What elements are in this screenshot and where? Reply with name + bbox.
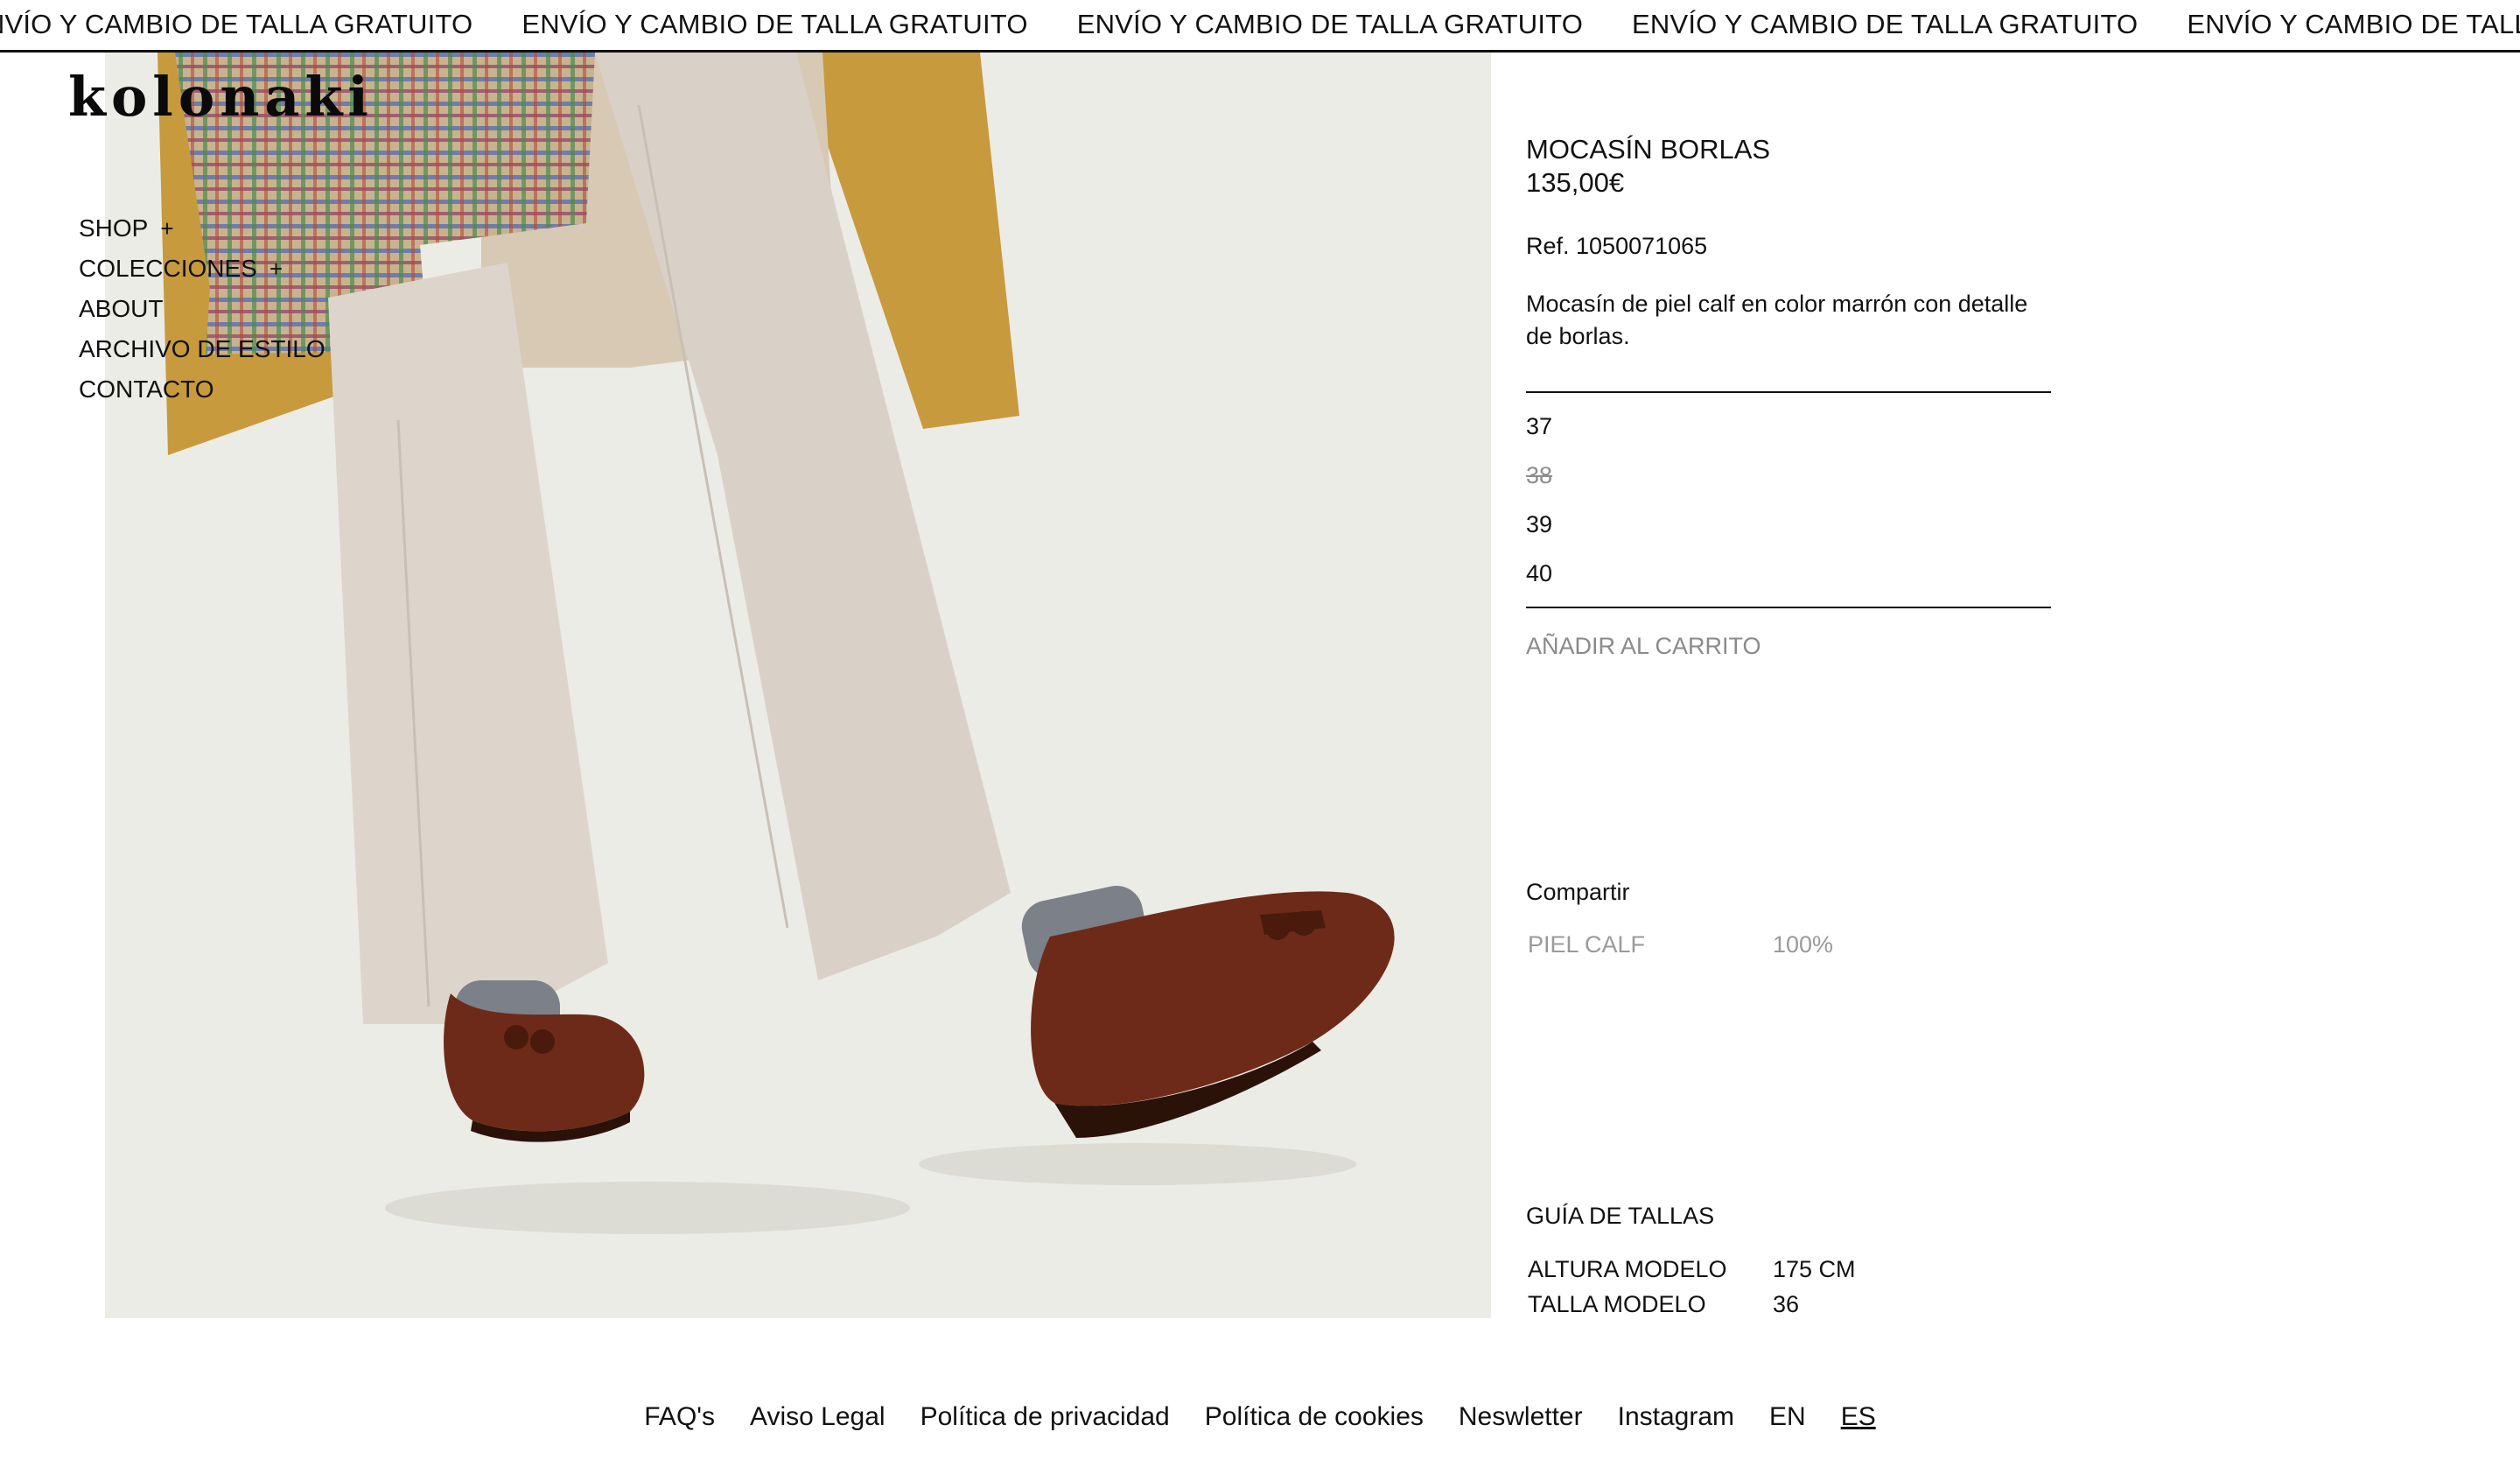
product-title: MOCASÍN BORLAS bbox=[1526, 134, 1771, 165]
marquee-item: ENVÍO Y CAMBIO DE TALLA GRATUITO bbox=[0, 9, 473, 39]
nav-item-contacto[interactable]: CONTACTO bbox=[79, 369, 326, 410]
product-info: MOCASÍN BORLAS 135,00€ Ref. 1050071065 M… bbox=[1526, 133, 2051, 660]
brand-logo[interactable]: kolonaki bbox=[68, 65, 374, 129]
size-option-unavailable[interactable]: 38 bbox=[1526, 451, 2051, 500]
footer-link-instagram[interactable]: Instagram bbox=[1618, 1402, 1734, 1432]
language-es[interactable]: ES bbox=[1841, 1402, 1876, 1432]
plus-icon: + bbox=[269, 256, 284, 282]
divider bbox=[1526, 607, 2051, 608]
nav-item-label: SHOP bbox=[79, 214, 149, 242]
composition-percent: 100% bbox=[1773, 931, 1834, 958]
nav-item-colecciones[interactable]: COLECCIONES + bbox=[79, 249, 326, 289]
announcement-marquee: ENVÍO Y CAMBIO DE TALLA GRATUITO ENVÍO Y… bbox=[0, 0, 2520, 53]
share-link[interactable]: Compartir bbox=[1526, 879, 1630, 906]
model-height-row: ALTURA MODELO 175 CM bbox=[1528, 1252, 1856, 1287]
footer-link-privacidad[interactable]: Política de privacidad bbox=[920, 1402, 1170, 1432]
model-height-label: ALTURA MODELO bbox=[1528, 1256, 1727, 1282]
marquee-track: ENVÍO Y CAMBIO DE TALLA GRATUITO ENVÍO Y… bbox=[0, 9, 2520, 40]
model-measurements: ALTURA MODELO 175 CM TALLA MODELO 36 bbox=[1528, 1252, 1856, 1322]
nav-item-shop[interactable]: SHOP + bbox=[79, 208, 326, 249]
model-size-value: 36 bbox=[1773, 1291, 1800, 1317]
composition: PIEL CALF 100% bbox=[1528, 931, 1833, 958]
nav-item-archivo-de-estilo[interactable]: ARCHIVO DE ESTILO bbox=[79, 329, 326, 369]
nav-item-label: CONTACTO bbox=[79, 376, 214, 403]
add-to-cart-button[interactable]: AÑADIR AL CARRITO bbox=[1526, 633, 2051, 660]
product-ref: Ref. 1050071065 bbox=[1526, 233, 1708, 259]
nav-item-label: ABOUT bbox=[79, 295, 164, 322]
model-size-label: TALLA MODELO bbox=[1528, 1291, 1706, 1317]
composition-material: PIEL CALF bbox=[1528, 931, 1646, 958]
footer-link-cookies[interactable]: Política de cookies bbox=[1205, 1402, 1424, 1432]
product-description: Mocasín de piel calf en color marrón con… bbox=[1526, 291, 2028, 349]
footer-link-faqs[interactable]: FAQ's bbox=[644, 1402, 715, 1432]
size-option[interactable]: 39 bbox=[1526, 500, 2051, 549]
divider bbox=[1526, 391, 2051, 393]
size-selector: 37 38 39 40 bbox=[1526, 402, 2051, 598]
size-guide-link[interactable]: GUÍA DE TALLAS bbox=[1526, 1203, 1714, 1230]
nav-item-label: COLECCIONES bbox=[79, 255, 257, 282]
model-height-value: 175 CM bbox=[1773, 1256, 1856, 1282]
footer: FAQ's Aviso Legal Política de privacidad… bbox=[0, 1402, 2520, 1432]
footer-link-newsletter[interactable]: Neswletter bbox=[1459, 1402, 1583, 1432]
model-size-row: TALLA MODELO 36 bbox=[1528, 1287, 1856, 1322]
main-nav: SHOP + COLECCIONES + ABOUT ARCHIVO DE ES… bbox=[79, 208, 326, 410]
nav-item-label: ARCHIVO DE ESTILO bbox=[79, 335, 326, 362]
footer-link-aviso-legal[interactable]: Aviso Legal bbox=[750, 1402, 886, 1432]
marquee-item: ENVÍO Y CAMBIO DE TALLA GRATUITO bbox=[2187, 9, 2520, 39]
plus-icon: + bbox=[160, 215, 174, 242]
marquee-item: ENVÍO Y CAMBIO DE TALLA GRATUITO bbox=[522, 9, 1028, 39]
size-option[interactable]: 40 bbox=[1526, 549, 2051, 598]
size-option[interactable]: 37 bbox=[1526, 402, 2051, 451]
nav-item-about[interactable]: ABOUT bbox=[79, 289, 326, 329]
language-en[interactable]: EN bbox=[1769, 1402, 1806, 1432]
marquee-item: ENVÍO Y CAMBIO DE TALLA GRATUITO bbox=[1632, 9, 2138, 39]
marquee-item: ENVÍO Y CAMBIO DE TALLA GRATUITO bbox=[1076, 9, 1584, 39]
product-price: 135,00€ bbox=[1526, 167, 1625, 198]
